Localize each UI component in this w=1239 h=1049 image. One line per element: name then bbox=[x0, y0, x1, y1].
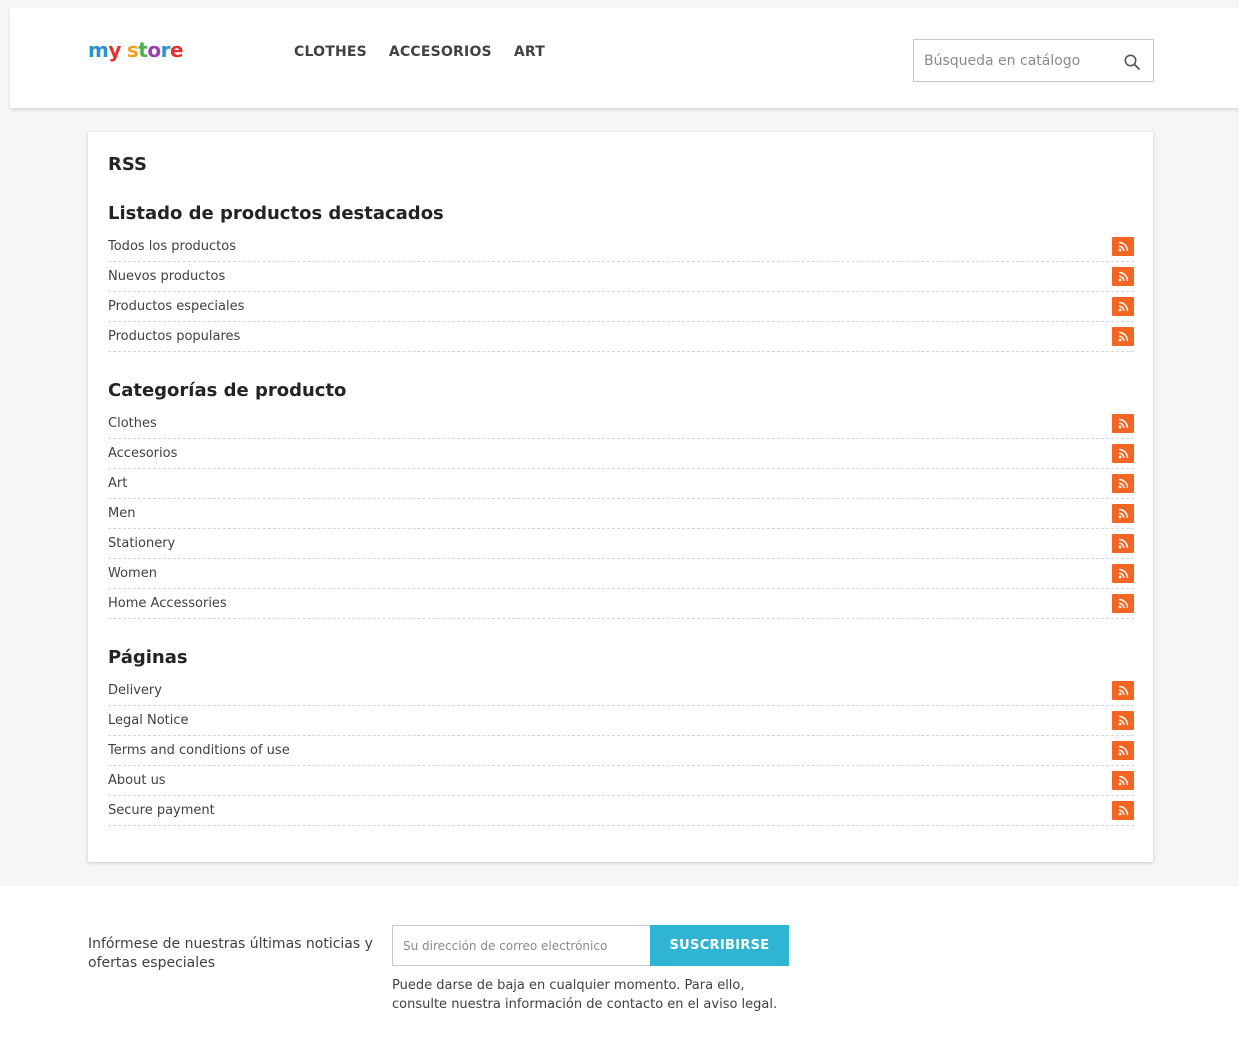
rss-icon[interactable] bbox=[1112, 504, 1134, 523]
newsletter-email-input[interactable] bbox=[393, 926, 650, 965]
rss-icon[interactable] bbox=[1112, 474, 1134, 493]
nav-art[interactable]: ART bbox=[514, 44, 545, 60]
list-item: Terms and conditions of use bbox=[108, 736, 1134, 766]
rss-icon[interactable] bbox=[1112, 711, 1134, 730]
list-item: Productos especiales bbox=[108, 292, 1134, 322]
section-categories: Categorías de producto Clothes Accesorio… bbox=[108, 379, 1134, 619]
rss-icon[interactable] bbox=[1112, 681, 1134, 700]
feed-link[interactable]: Todos los productos bbox=[108, 239, 236, 254]
search-input[interactable] bbox=[914, 40, 1114, 81]
list-item: Clothes bbox=[108, 409, 1134, 439]
feed-link[interactable]: Stationery bbox=[108, 536, 175, 551]
main-nav: CLOTHES ACCESORIOS ART bbox=[294, 44, 545, 60]
search-icon[interactable] bbox=[1123, 53, 1141, 71]
rss-icon[interactable] bbox=[1112, 414, 1134, 433]
list-item: Todos los productos bbox=[108, 232, 1134, 262]
section-pages: Páginas Delivery Legal Notice Terms and … bbox=[108, 646, 1134, 826]
newsletter-text: Infórmese de nuestras últimas noticias y… bbox=[88, 936, 373, 971]
section-heading: Categorías de producto bbox=[108, 380, 347, 401]
list-item: Accesorios bbox=[108, 439, 1134, 469]
rss-icon[interactable] bbox=[1112, 771, 1134, 790]
rss-icon[interactable] bbox=[1112, 801, 1134, 820]
rss-icon[interactable] bbox=[1112, 297, 1134, 316]
email-field bbox=[392, 925, 650, 966]
section-featured: Listado de productos destacados Todos lo… bbox=[108, 202, 1134, 352]
nav-accesorios[interactable]: ACCESORIOS bbox=[389, 44, 492, 60]
rss-icon[interactable] bbox=[1112, 327, 1134, 346]
rss-icon[interactable] bbox=[1112, 534, 1134, 553]
feed-link[interactable]: Men bbox=[108, 506, 135, 521]
feed-link[interactable]: Clothes bbox=[108, 416, 157, 431]
list-item: Secure payment bbox=[108, 796, 1134, 826]
list-item: Home Accessories bbox=[108, 589, 1134, 619]
section-heading: Páginas bbox=[108, 647, 188, 668]
store-logo[interactable]: my store bbox=[88, 38, 184, 62]
feed-link[interactable]: Nuevos productos bbox=[108, 269, 225, 284]
site-footer: Infórmese de nuestras últimas noticias y… bbox=[0, 886, 1239, 1049]
search-box bbox=[913, 39, 1154, 82]
unsubscribe-note: Puede darse de baja en cualquier momento… bbox=[392, 978, 778, 1012]
subscribe-button[interactable]: SUSCRIBIRSE bbox=[650, 925, 789, 966]
rss-icon[interactable] bbox=[1112, 564, 1134, 583]
section-heading: Listado de productos destacados bbox=[108, 203, 444, 224]
feed-link[interactable]: Home Accessories bbox=[108, 596, 227, 611]
feed-link[interactable]: Terms and conditions of use bbox=[108, 743, 290, 758]
nav-clothes[interactable]: CLOTHES bbox=[294, 44, 367, 60]
list-item: Men bbox=[108, 499, 1134, 529]
list-item: Productos populares bbox=[108, 322, 1134, 352]
feed-link[interactable]: Delivery bbox=[108, 683, 162, 698]
rss-icon[interactable] bbox=[1112, 267, 1134, 286]
list-item: Stationery bbox=[108, 529, 1134, 559]
feed-link[interactable]: Legal Notice bbox=[108, 713, 189, 728]
list-item: About us bbox=[108, 766, 1134, 796]
feed-link[interactable]: Women bbox=[108, 566, 157, 581]
site-header: my store CLOTHES ACCESORIOS ART bbox=[10, 8, 1239, 108]
list-item: Legal Notice bbox=[108, 706, 1134, 736]
list-item: Art bbox=[108, 469, 1134, 499]
feed-link[interactable]: Productos especiales bbox=[108, 299, 244, 314]
feed-link[interactable]: Art bbox=[108, 476, 127, 491]
page-title: RSS bbox=[108, 154, 147, 175]
feed-link[interactable]: Productos populares bbox=[108, 329, 240, 344]
rss-icon[interactable] bbox=[1112, 237, 1134, 256]
list-item: Delivery bbox=[108, 676, 1134, 706]
feed-link[interactable]: Secure payment bbox=[108, 803, 215, 818]
rss-icon[interactable] bbox=[1112, 594, 1134, 613]
list-item: Nuevos productos bbox=[108, 262, 1134, 292]
feed-link[interactable]: Accesorios bbox=[108, 446, 177, 461]
rss-icon[interactable] bbox=[1112, 741, 1134, 760]
list-item: Women bbox=[108, 559, 1134, 589]
rss-card: RSS Listado de productos destacados Todo… bbox=[88, 132, 1153, 862]
rss-icon[interactable] bbox=[1112, 444, 1134, 463]
feed-link[interactable]: About us bbox=[108, 773, 166, 788]
